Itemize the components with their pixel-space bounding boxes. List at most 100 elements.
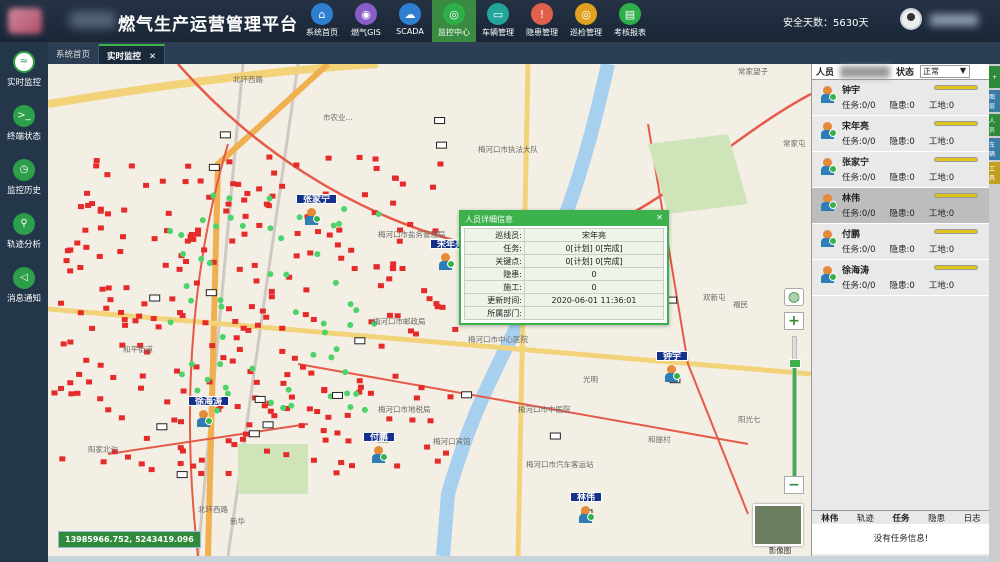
basemap-toggle[interactable]: 影像图: [753, 504, 803, 555]
hazard-marker: [190, 463, 197, 469]
person-tag[interactable]: 林伟: [570, 492, 603, 503]
tab-0[interactable]: 系统首页: [48, 44, 100, 64]
map-place-label: 常家望子: [738, 67, 768, 76]
status-select[interactable]: 正常 ▼: [920, 65, 971, 78]
globe-icon[interactable]: ◍: [784, 288, 804, 306]
person-marker-icon[interactable]: [371, 446, 388, 463]
sidebar-item-4[interactable]: ◁ 消息通知: [0, 258, 48, 312]
right-tool-2[interactable]: 人员: [989, 114, 1000, 136]
location-pin-icon: [829, 201, 837, 209]
right-tool-1[interactable]: 图层: [989, 90, 1000, 112]
zoom-slider-thumb[interactable]: [789, 359, 801, 368]
personnel-list-item[interactable]: 张家宁 任务:0/0 隐患:0 工地:0: [812, 152, 989, 188]
nav-item-3[interactable]: ◎ 监控中心: [432, 0, 476, 42]
personnel-panel: 人员 状态 正常 ▼ 钟宇 任务:0/0 隐患:0 工地:0 宋年亮 任务:0/0 隐患:0…: [811, 64, 990, 556]
sidebar-item-0[interactable]: ≈ 实时监控: [0, 42, 48, 96]
valve-marker: [266, 195, 273, 202]
hazard-marker: [209, 343, 216, 349]
nav-item-5[interactable]: ! 隐患管理: [520, 0, 564, 42]
location-pin-icon: [829, 93, 837, 101]
user-name-blur[interactable]: [930, 14, 978, 26]
personnel-list: 钟宇 任务:0/0 隐患:0 工地:0 宋年亮 任务:0/0 隐患:0 工地:0 张家宁 任务:0…: [812, 80, 989, 330]
close-icon[interactable]: ✕: [149, 52, 156, 62]
hazard-marker: [76, 371, 83, 377]
footer-tab-1[interactable]: 任务: [883, 511, 919, 524]
zoom-in-button[interactable]: +: [784, 312, 804, 330]
hazard-marker: [373, 264, 380, 270]
nav-item-1[interactable]: ◉ 燃气GIS: [344, 0, 388, 42]
right-tool-4[interactable]: 工具: [989, 162, 1000, 184]
hazard-marker: [231, 442, 238, 448]
nav-item-2[interactable]: ☁ SCADA: [388, 0, 432, 42]
hazard-marker: [254, 322, 261, 328]
person-tag[interactable]: 张家宁: [296, 194, 338, 205]
hazard-marker: [77, 204, 84, 210]
zoom-out-button[interactable]: −: [784, 476, 804, 494]
avatar[interactable]: [900, 8, 922, 30]
hazard-marker: [121, 317, 128, 323]
camera-marker: [434, 117, 446, 125]
camera-marker: [332, 391, 344, 399]
person-marker-icon[interactable]: [578, 506, 595, 523]
nav-item-0[interactable]: ⌂ 系统首页: [300, 0, 344, 42]
popup-value: 宋年亮: [524, 228, 664, 242]
personnel-list-item[interactable]: 林伟 任务:0/0 隐患:0 工地:0: [812, 188, 989, 224]
nav-item-7[interactable]: ▤ 考核报表: [608, 0, 652, 42]
person-marker-icon[interactable]: [304, 208, 321, 225]
right-tool-0[interactable]: +: [989, 66, 1000, 88]
footer-tab-3[interactable]: 日志: [954, 511, 990, 524]
popup-row: 所属部门:: [464, 306, 664, 320]
map-view[interactable]: 北环西路 常家望子 常家屯 市农业... 梅河口市执法大队 梅河口市盐务管理局 和平街道 梅河…: [48, 64, 811, 556]
person-marker-icon[interactable]: [664, 365, 681, 382]
hazard-marker: [51, 390, 58, 396]
hazard-marker: [293, 162, 300, 168]
status-bar: [934, 121, 978, 126]
hazard-marker: [132, 318, 139, 324]
hazard-marker: [386, 416, 393, 422]
footer-tab-2[interactable]: 隐患: [919, 511, 955, 524]
personnel-list-item[interactable]: 付鹏 任务:0/0 隐患:0 工地:0: [812, 224, 989, 260]
person-icon: [820, 266, 837, 283]
tab-1[interactable]: 实时监控 ✕: [99, 44, 166, 64]
popup-close-icon[interactable]: ✕: [656, 213, 663, 222]
hazard-marker: [58, 300, 65, 306]
sidebar-item-1[interactable]: >_ 终端状态: [0, 96, 48, 150]
status-bar: [934, 157, 978, 162]
hazard-marker: [177, 310, 184, 316]
person-tag[interactable]: 徐海涛: [188, 396, 230, 407]
personnel-list-item[interactable]: 钟宇 任务:0/0 隐患:0 工地:0: [812, 80, 989, 116]
tab-bar: 系统首页 实时监控 ✕: [48, 42, 1000, 64]
park: [648, 134, 748, 214]
personnel-list-item[interactable]: 徐海涛 任务:0/0 隐患:0 工地:0: [812, 260, 989, 296]
personnel-list-item[interactable]: 宋年亮 任务:0/0 隐患:0 工地:0: [812, 116, 989, 152]
hazard-marker: [245, 327, 252, 333]
nav-item-4[interactable]: ▭ 车辆管理: [476, 0, 520, 42]
hazard-marker: [284, 372, 291, 378]
sidebar-item-2[interactable]: ◷ 监控历史: [0, 150, 48, 204]
valve-marker: [222, 384, 229, 391]
hazard-marker: [314, 409, 321, 415]
map-canvas[interactable]: [48, 64, 811, 556]
right-tool-3[interactable]: 车辆: [989, 138, 1000, 160]
footer-tab-0[interactable]: 轨迹: [848, 511, 884, 524]
hazard-marker: [93, 158, 100, 164]
person-tag[interactable]: 钟宇: [656, 351, 689, 362]
person-marker-icon[interactable]: [438, 253, 455, 270]
hazard-marker: [123, 285, 130, 291]
hazard-marker: [267, 408, 274, 414]
person-tag[interactable]: 付鹏: [363, 432, 396, 443]
person-stats: 任务:0/0 隐患:0 工地:0: [842, 207, 968, 219]
person-filter[interactable]: [840, 65, 891, 78]
zoom-slider[interactable]: [792, 336, 797, 477]
hazard-marker: [427, 418, 434, 424]
valve-marker: [342, 369, 349, 376]
camera-marker: [149, 294, 161, 302]
hazard-marker: [356, 154, 363, 160]
hazard-marker: [434, 458, 441, 464]
nav-item-6[interactable]: ◎ 巡检管理: [564, 0, 608, 42]
stat-hazard: 隐患:0: [889, 173, 915, 183]
person-name: 宋年亮: [842, 122, 870, 132]
sidebar-item-3[interactable]: ⚲ 轨迹分析: [0, 204, 48, 258]
hazard-marker: [182, 179, 189, 185]
person-marker-icon[interactable]: [196, 410, 213, 427]
